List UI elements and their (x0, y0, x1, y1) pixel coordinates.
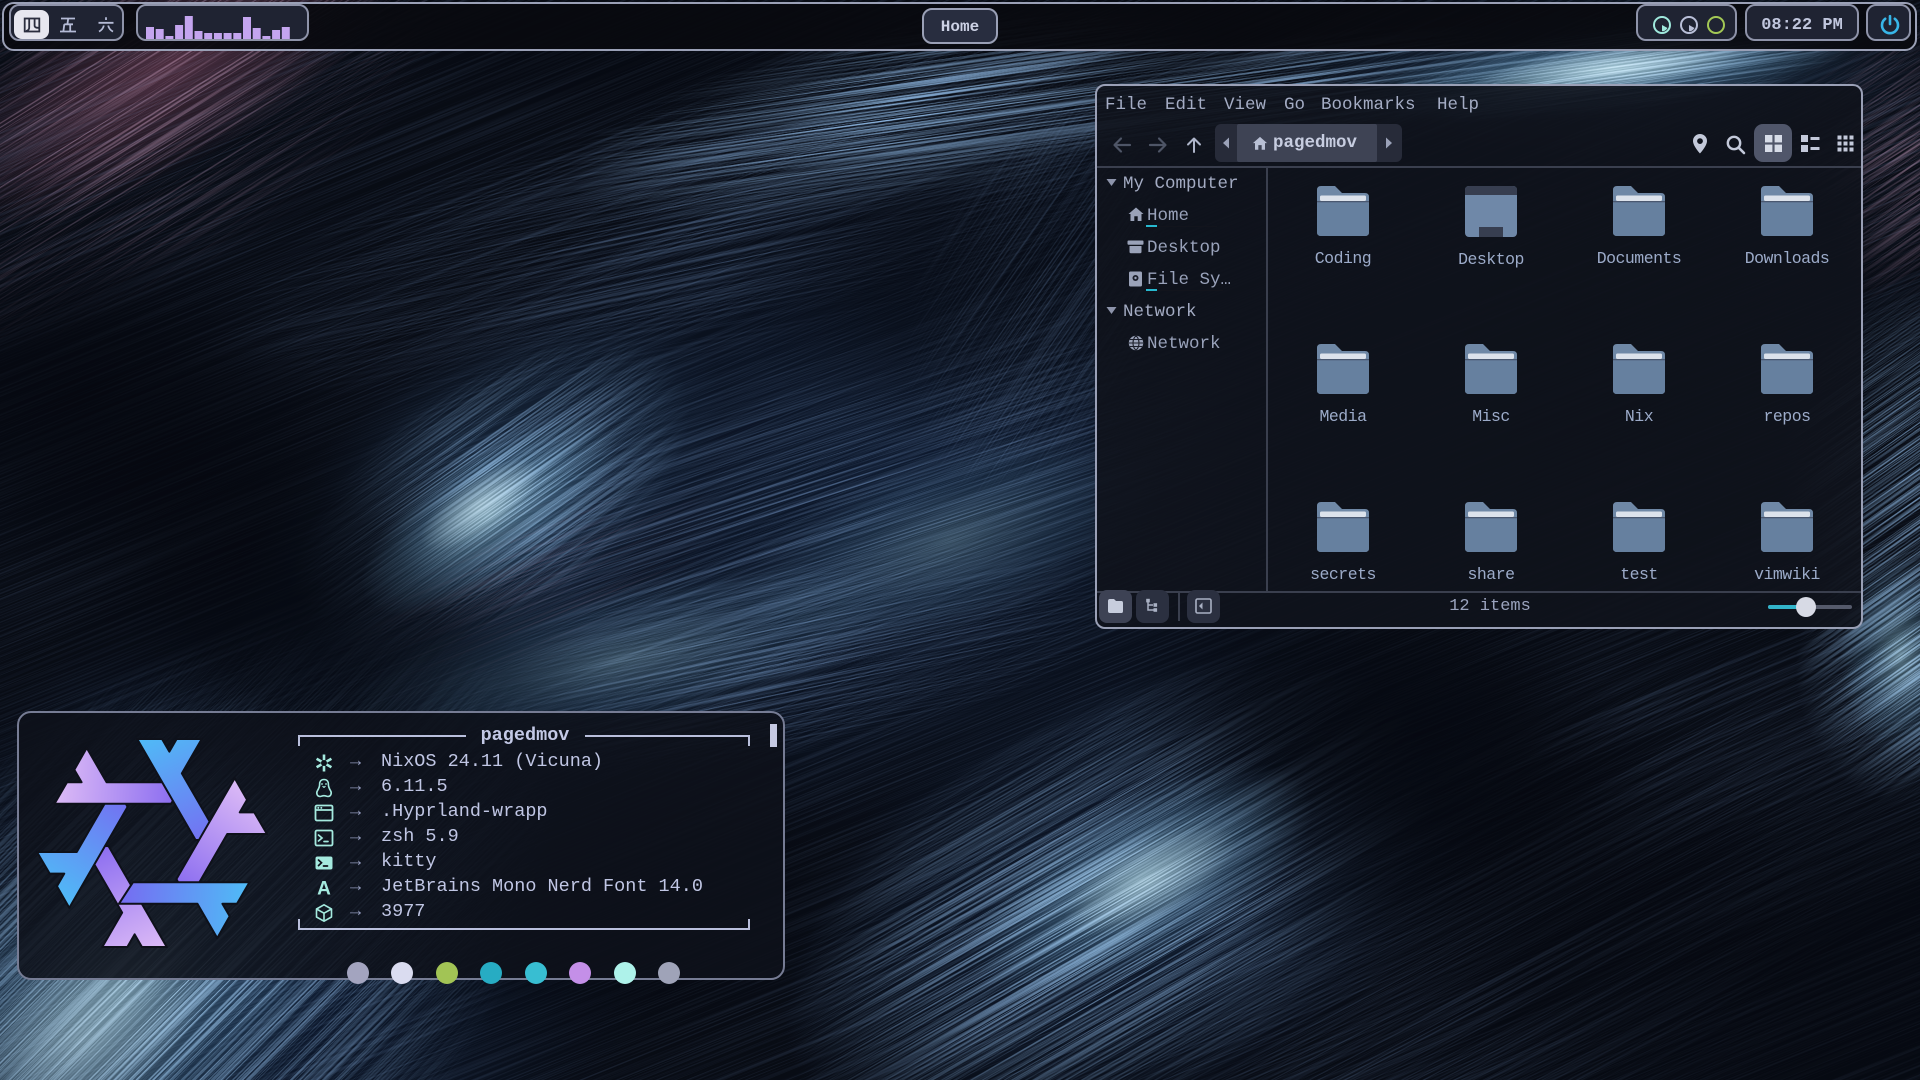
svg-text:A: A (317, 879, 331, 899)
